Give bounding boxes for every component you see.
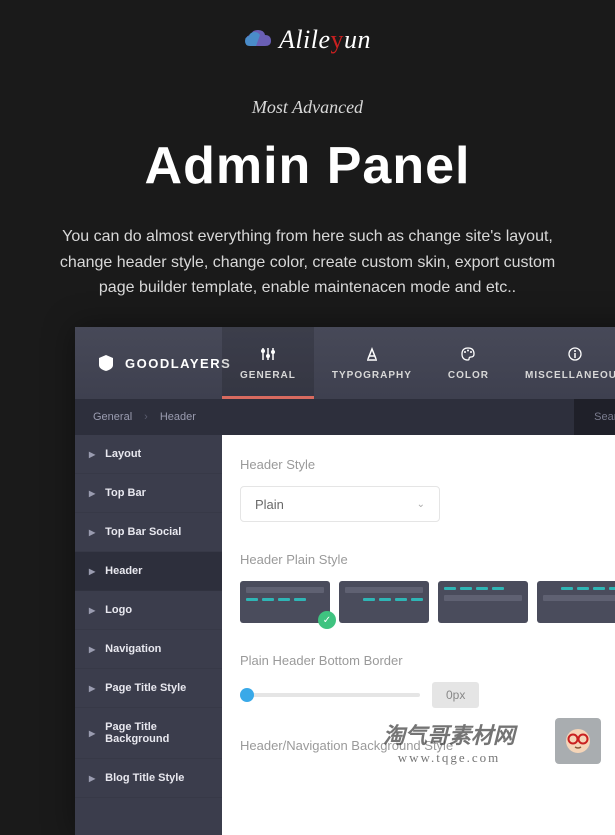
panel-sidebar: ▶ Layout ▶ Top Bar ▶ Top Bar Social ▶ Header…: [75, 435, 222, 835]
brand-icon: [97, 354, 115, 372]
sidebar-item-logo[interactable]: ▶ Logo: [75, 591, 222, 630]
tab-label: MISCELLANEOUS: [525, 370, 615, 381]
sidebar-item-layout[interactable]: ▶ Layout: [75, 435, 222, 474]
sidebar-item-top-bar[interactable]: ▶ Top Bar: [75, 474, 222, 513]
sidebar-item-page-title-style[interactable]: ▶ Page Title Style: [75, 669, 222, 708]
field-header-style: Header Style Plain ⌄: [240, 457, 615, 522]
panel-topbar: GOODLAYERS GENERAL TYPOGRAPHY COLOR MISC…: [75, 327, 615, 399]
tab-typography[interactable]: TYPOGRAPHY: [314, 327, 430, 399]
caret-right-icon: ▶: [89, 528, 95, 537]
font-icon: [364, 346, 380, 362]
panel-brand: GOODLAYERS: [75, 327, 222, 399]
chevron-right-icon: ›: [144, 411, 148, 423]
breadcrumb: General › Header: [75, 411, 574, 423]
tab-label: GENERAL: [240, 370, 296, 381]
palette-icon: [460, 346, 476, 362]
logo-text: Alileyun: [279, 25, 371, 55]
field-label: Plain Header Bottom Border: [240, 653, 615, 668]
assistant-avatar[interactable]: [555, 718, 601, 764]
style-options: ✓: [240, 581, 615, 623]
select-value: Plain: [255, 497, 284, 512]
tab-general[interactable]: GENERAL: [222, 327, 314, 399]
sidebar-item-label: Page Title Background: [105, 721, 208, 745]
slider-value: 0px: [432, 682, 479, 708]
caret-right-icon: ▶: [89, 729, 95, 738]
caret-right-icon: ▶: [89, 774, 95, 783]
breadcrumb-root[interactable]: General: [93, 411, 132, 423]
tab-color[interactable]: COLOR: [430, 327, 507, 399]
sidebar-item-label: Blog Title Style: [105, 772, 184, 784]
breadcrumb-row: General › Header Search Options: [75, 399, 615, 435]
hero-subtitle: Most Advanced: [0, 97, 615, 118]
header-style-select[interactable]: Plain ⌄: [240, 486, 440, 522]
hero-description: You can do almost everything from here s…: [48, 224, 567, 301]
caret-right-icon: ▶: [89, 567, 95, 576]
style-option-2[interactable]: [339, 581, 429, 623]
hero-title: Admin Panel: [0, 136, 615, 196]
field-label: Header Plain Style: [240, 552, 615, 567]
tab-label: TYPOGRAPHY: [332, 370, 412, 381]
sidebar-item-label: Layout: [105, 448, 141, 460]
site-logo: Alileyun: [244, 25, 371, 55]
tab-miscellaneous[interactable]: MISCELLANEOUS: [507, 327, 615, 399]
search-options[interactable]: Search Options: [574, 399, 615, 435]
cloud-icon: [244, 28, 274, 52]
field-bottom-border: Plain Header Bottom Border 0px: [240, 653, 615, 708]
border-slider-row: 0px: [240, 682, 615, 708]
panel-tabs: GENERAL TYPOGRAPHY COLOR MISCELLANEOUS: [222, 327, 615, 399]
caret-right-icon: ▶: [89, 489, 95, 498]
sidebar-item-navigation[interactable]: ▶ Navigation: [75, 630, 222, 669]
chevron-down-icon: ⌄: [417, 499, 425, 510]
sidebar-item-label: Navigation: [105, 643, 161, 655]
brand-label: GOODLAYERS: [125, 356, 231, 371]
sidebar-item-blog-title-style[interactable]: ▶ Blog Title Style: [75, 759, 222, 798]
panel-content: Header Style Plain ⌄ Header Plain Style …: [222, 435, 615, 835]
caret-right-icon: ▶: [89, 645, 95, 654]
admin-panel: GOODLAYERS GENERAL TYPOGRAPHY COLOR MISC…: [75, 327, 615, 835]
panel-body: ▶ Layout ▶ Top Bar ▶ Top Bar Social ▶ Header…: [75, 435, 615, 835]
breadcrumb-current: Header: [160, 411, 196, 423]
sidebar-item-label: Logo: [105, 604, 132, 616]
sidebar-item-label: Page Title Style: [105, 682, 186, 694]
tab-label: COLOR: [448, 370, 489, 381]
sidebar-item-page-title-background[interactable]: ▶ Page Title Background: [75, 708, 222, 759]
field-header-plain-style: Header Plain Style ✓: [240, 552, 615, 623]
caret-right-icon: ▶: [89, 606, 95, 615]
style-option-3[interactable]: [438, 581, 528, 623]
slider-thumb[interactable]: [240, 688, 254, 702]
sidebar-item-label: Top Bar: [105, 487, 146, 499]
search-placeholder: Search Options: [594, 411, 615, 423]
sidebar-item-label: Top Bar Social: [105, 526, 181, 538]
info-icon: [567, 346, 583, 362]
style-option-1[interactable]: ✓: [240, 581, 330, 623]
sliders-icon: [260, 346, 276, 362]
caret-right-icon: ▶: [89, 684, 95, 693]
logo-area: Alileyun: [0, 0, 615, 67]
sidebar-item-label: Header: [105, 565, 142, 577]
glasses-face-icon: [563, 726, 593, 756]
border-slider[interactable]: [240, 693, 420, 697]
sidebar-item-header[interactable]: ▶ Header: [75, 552, 222, 591]
style-option-4[interactable]: [537, 581, 615, 623]
caret-right-icon: ▶: [89, 450, 95, 459]
sidebar-item-top-bar-social[interactable]: ▶ Top Bar Social: [75, 513, 222, 552]
field-label: Header Style: [240, 457, 615, 472]
check-icon: ✓: [318, 611, 336, 629]
